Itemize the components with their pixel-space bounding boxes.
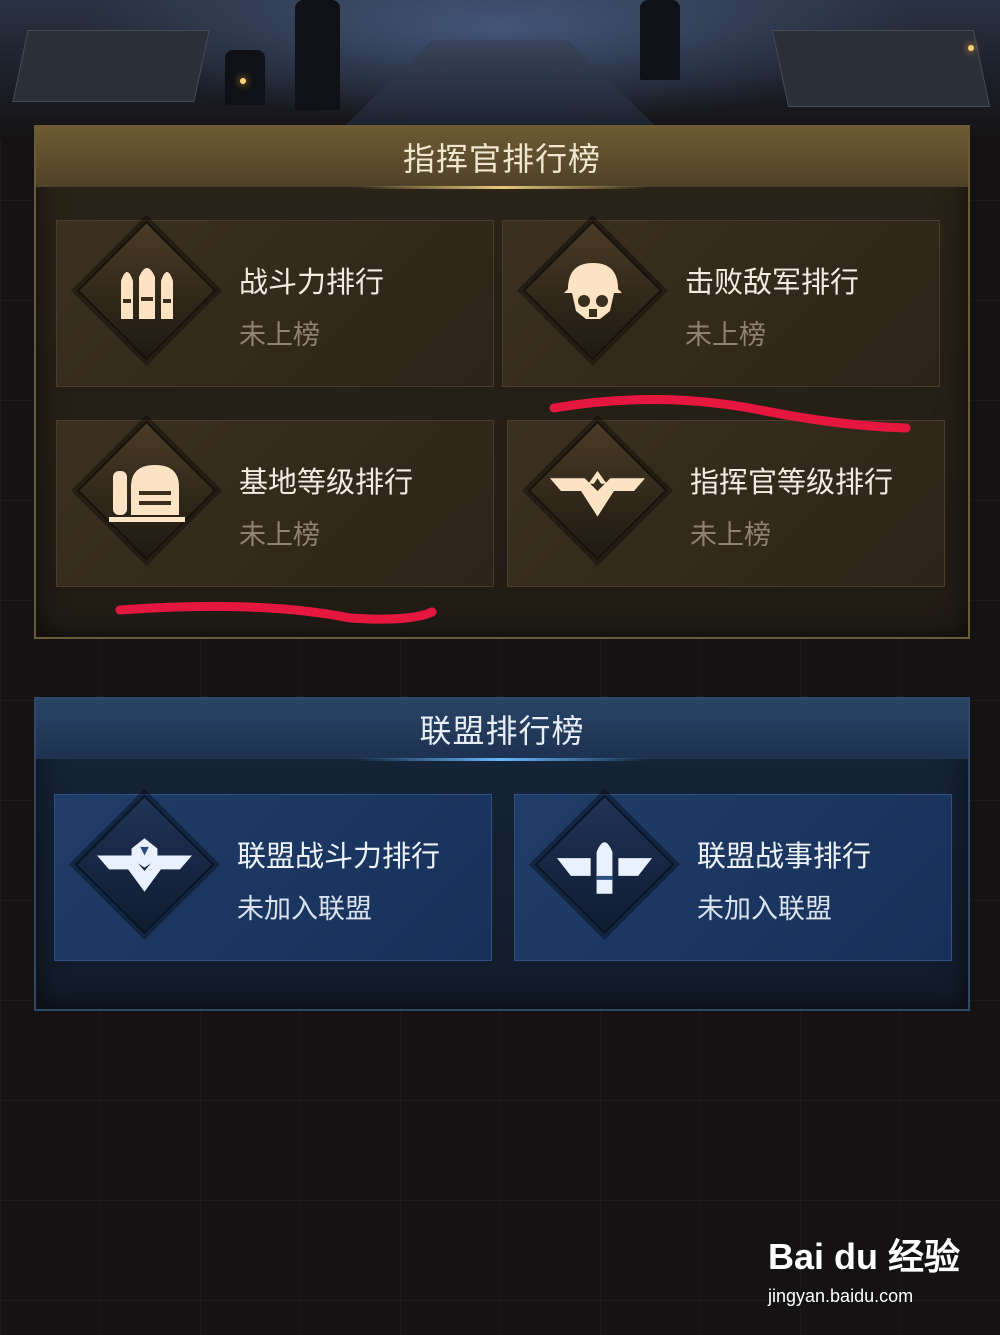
commander-leaderboard-title: 指挥官排行榜 bbox=[36, 127, 968, 189]
card-title: 联盟战事排行 bbox=[697, 839, 872, 873]
watermark-url: jingyan.baidu.com bbox=[768, 1286, 914, 1306]
soldier-figure bbox=[640, 0, 680, 80]
card-status: 未上榜 bbox=[690, 520, 771, 551]
watermark-logo: Bai du 经验 bbox=[768, 1236, 961, 1277]
winged-bullet-icon bbox=[557, 817, 652, 912]
alliance-wings-icon bbox=[97, 817, 192, 912]
red-underline-annotation bbox=[549, 394, 911, 433]
commander-leaderboard-panel: 指挥官排行榜 战斗力排行 未上榜 击败敌军排行 未上榜 基地等级排行 未上榜 指… bbox=[34, 125, 970, 639]
red-underline-annotation bbox=[115, 601, 437, 624]
alliance-leaderboard-title: 联盟排行榜 bbox=[36, 699, 968, 761]
winged-chevron-icon bbox=[550, 443, 645, 538]
hangar-light bbox=[240, 78, 246, 84]
enemy-defeat-ranking-card[interactable]: 击败敌军排行 未上榜 bbox=[502, 220, 940, 387]
card-status: 未加入联盟 bbox=[237, 894, 372, 925]
hero-banner bbox=[0, 0, 1000, 140]
hangar-console bbox=[12, 30, 210, 102]
hangar-light bbox=[968, 45, 974, 51]
alliance-combat-power-ranking-card[interactable]: 联盟战斗力排行 未加入联盟 bbox=[54, 794, 492, 961]
card-title: 指挥官等级排行 bbox=[690, 465, 894, 499]
combat-power-ranking-card[interactable]: 战斗力排行 未上榜 bbox=[56, 220, 494, 387]
base-building-icon bbox=[99, 443, 194, 538]
card-status: 未上榜 bbox=[239, 520, 320, 551]
baidu-jingyan-watermark: Bai du 经验 jingyan.baidu.com bbox=[768, 1228, 968, 1318]
card-title: 基地等级排行 bbox=[239, 465, 414, 499]
card-status: 未上榜 bbox=[685, 320, 766, 351]
base-level-ranking-card[interactable]: 基地等级排行 未上榜 bbox=[56, 420, 494, 587]
alliance-leaderboard-panel: 联盟排行榜 联盟战斗力排行 未加入联盟 联盟战事排行 未加入联盟 bbox=[34, 697, 970, 1011]
card-status: 未上榜 bbox=[239, 320, 320, 351]
bullets-icon bbox=[99, 243, 194, 338]
soldier-figure bbox=[295, 0, 340, 110]
hangar-console bbox=[771, 30, 991, 107]
card-status: 未加入联盟 bbox=[697, 894, 832, 925]
card-title: 击败敌军排行 bbox=[685, 265, 860, 299]
card-title: 战斗力排行 bbox=[239, 265, 385, 299]
soldier-figure bbox=[225, 50, 265, 105]
alliance-warfare-ranking-card[interactable]: 联盟战事排行 未加入联盟 bbox=[514, 794, 952, 961]
soldier-mask-icon bbox=[545, 243, 640, 338]
commander-level-ranking-card[interactable]: 指挥官等级排行 未上榜 bbox=[507, 420, 945, 587]
card-title: 联盟战斗力排行 bbox=[237, 839, 441, 873]
